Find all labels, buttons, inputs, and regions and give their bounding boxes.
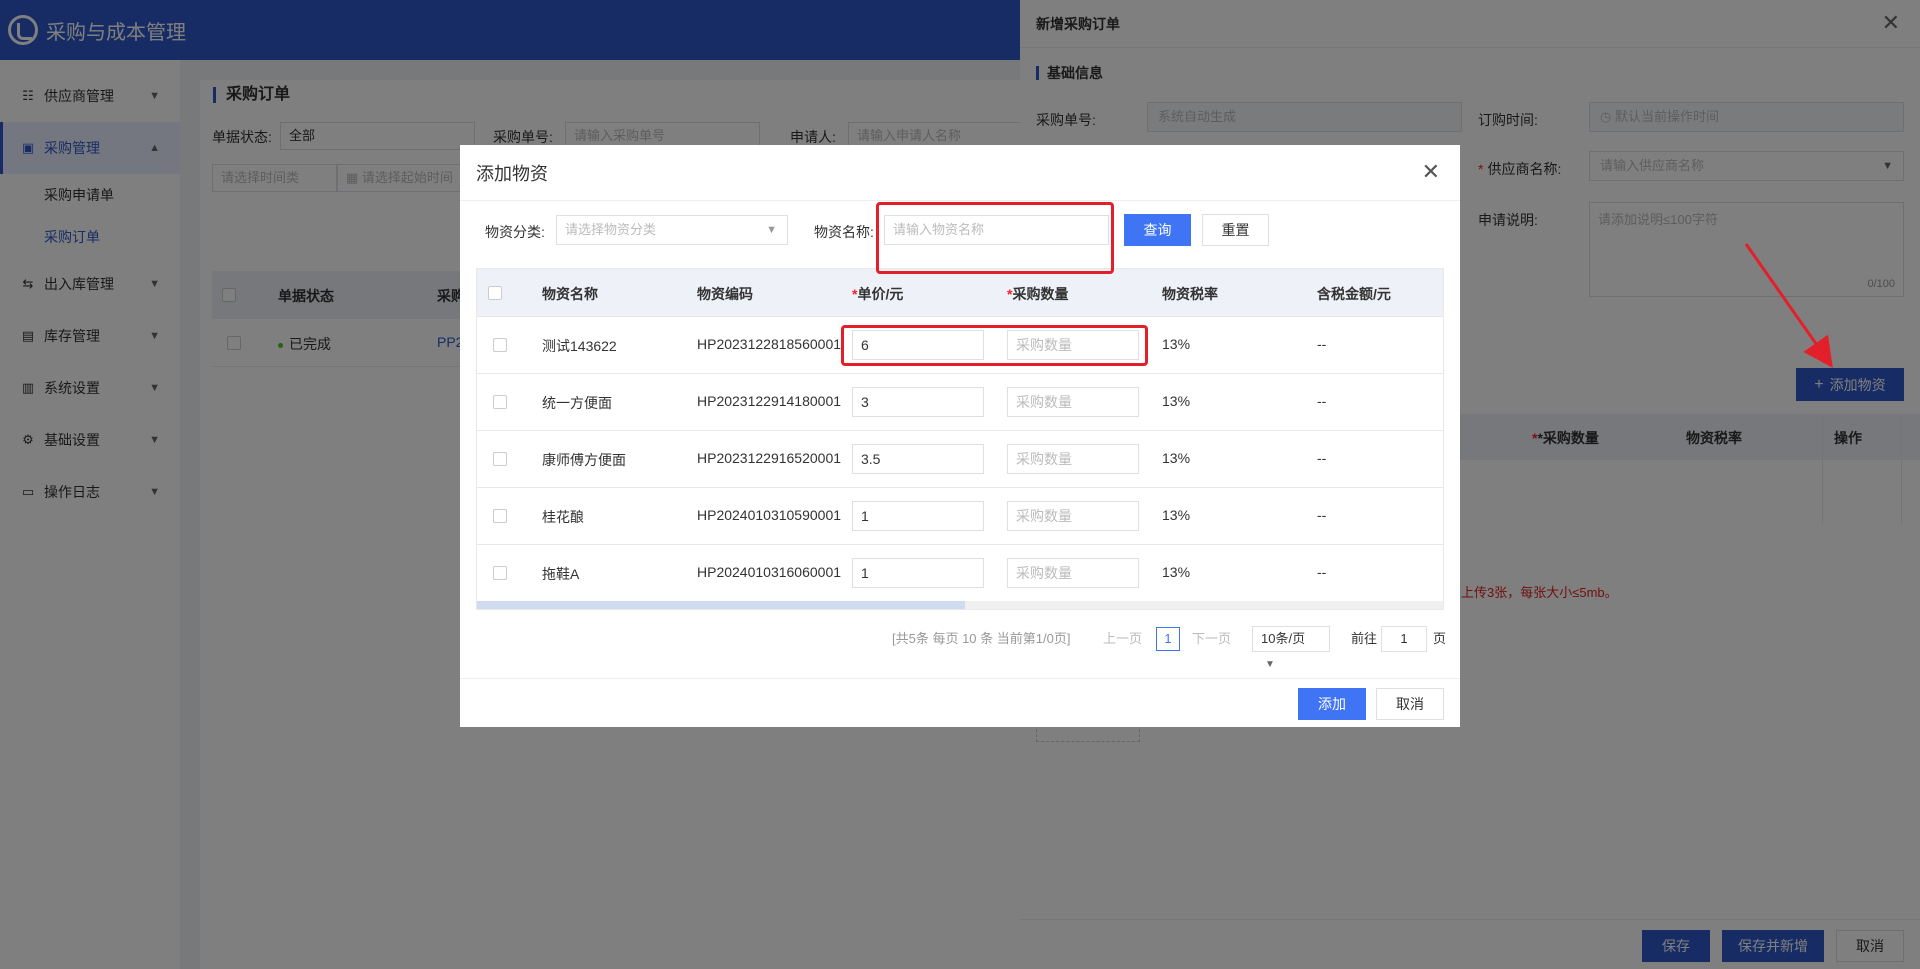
annotation-box-first-row-inputs <box>841 325 1148 366</box>
select-all-checkbox[interactable] <box>488 286 502 300</box>
price-input[interactable]: 3 <box>852 387 984 417</box>
close-icon[interactable]: ✕ <box>1422 159 1440 185</box>
goods-name: 测试143622 <box>542 338 617 354</box>
row-checkbox[interactable] <box>493 509 507 523</box>
row-checkbox[interactable] <box>493 395 507 409</box>
goods-name: 拖鞋A <box>542 566 580 582</box>
page-suffix: 页 <box>1433 631 1447 646</box>
reset-button[interactable]: 重置 <box>1202 214 1269 246</box>
goto-label: 前往 <box>1351 631 1378 646</box>
row-checkbox[interactable] <box>493 452 507 466</box>
page-size-select[interactable]: 10条/页 ▼ <box>1252 626 1330 670</box>
table-row[interactable]: 统一方便面 HP2023122914180001 3 采购数量 13% -- <box>477 373 1443 430</box>
dialog-footer: 添加 取消 <box>460 678 1460 727</box>
row-checkbox[interactable] <box>493 566 507 580</box>
goods-amount: -- <box>1317 564 1327 580</box>
table-row[interactable]: 拖鞋A HP2024010316060001 1 采购数量 13% -- <box>477 544 1443 601</box>
qty-input[interactable]: 采购数量 <box>1007 501 1139 531</box>
header-qty-text: 采购数量 <box>1012 286 1069 302</box>
goods-amount: -- <box>1317 507 1327 523</box>
price-input[interactable]: 3.5 <box>852 444 984 474</box>
page-number-current[interactable]: 1 <box>1156 627 1180 651</box>
annotation-box-name-search <box>876 202 1114 274</box>
header-amount: 含税金额/元 <box>1317 286 1391 302</box>
goods-name-label: 物资名称: <box>814 224 874 240</box>
chevron-down-icon: ▼ <box>766 224 777 236</box>
horizontal-scrollbar[interactable] <box>477 601 1443 609</box>
category-placeholder: 请选择物资分类 <box>565 222 657 237</box>
dialog-title: 添加物资 <box>476 163 548 184</box>
goods-tax: 13% <box>1162 507 1191 523</box>
annotation-arrow-icon <box>1744 243 1833 368</box>
category-label: 物资分类: <box>485 224 545 240</box>
next-page-button[interactable]: 下一页 <box>1192 626 1231 652</box>
goods-amount: -- <box>1317 450 1327 466</box>
category-select[interactable]: 请选择物资分类 ▼ <box>556 215 788 245</box>
price-input[interactable]: 1 <box>852 501 984 531</box>
header-price-text: 单价/元 <box>857 286 904 302</box>
page-size-value: 10条/页 <box>1261 631 1306 646</box>
scrollbar-thumb[interactable] <box>477 601 965 609</box>
table-row[interactable]: 康师傅方便面 HP2023122916520001 3.5 采购数量 13% -… <box>477 430 1443 487</box>
header-tax: 物资税率 <box>1162 286 1218 302</box>
goods-code: HP2024010310590001 <box>697 507 842 523</box>
goods-table-header: 物资名称 物资编码 *单价/元 *采购数量 物资税率 含税金额/元 <box>477 269 1443 316</box>
dialog-cancel-button[interactable]: 取消 <box>1376 688 1444 720</box>
goto-page-input[interactable]: 1 <box>1381 626 1427 652</box>
dialog-header: 添加物资 ✕ <box>460 145 1460 201</box>
pagination-summary: [共5条 每页 10 条 当前第1/0页] <box>892 631 1071 646</box>
goods-name: 康师傅方便面 <box>542 452 626 468</box>
goods-tax: 13% <box>1162 393 1191 409</box>
goods-code: HP2023122916520001 <box>697 450 842 466</box>
qty-input[interactable]: 采购数量 <box>1007 444 1139 474</box>
header-price: *单价/元 <box>852 284 903 304</box>
chevron-down-icon: ▼ <box>1265 659 1275 670</box>
goods-tax: 13% <box>1162 336 1191 352</box>
goods-table: 物资名称 物资编码 *单价/元 *采购数量 物资税率 含税金额/元 测试1436… <box>476 268 1444 610</box>
goods-name: 统一方便面 <box>542 395 612 411</box>
header-qty: *采购数量 <box>1007 284 1068 304</box>
goods-tax: 13% <box>1162 450 1191 466</box>
qty-input[interactable]: 采购数量 <box>1007 558 1139 588</box>
qty-input[interactable]: 采购数量 <box>1007 387 1139 417</box>
query-button[interactable]: 查询 <box>1124 214 1191 246</box>
add-button[interactable]: 添加 <box>1298 688 1366 720</box>
row-checkbox[interactable] <box>493 338 507 352</box>
pagination: [共5条 每页 10 条 当前第1/0页] 上一页 1 下一页 10条/页 ▼ … <box>460 626 1460 670</box>
goods-code: HP2024010316060001 <box>697 564 842 580</box>
header-name: 物资名称 <box>542 286 598 302</box>
prev-page-button[interactable]: 上一页 <box>1103 626 1142 652</box>
goods-code: HP2023122818560001 <box>697 336 842 352</box>
goods-amount: -- <box>1317 336 1327 352</box>
goods-amount: -- <box>1317 393 1327 409</box>
goods-name: 桂花酿 <box>542 509 584 525</box>
table-row[interactable]: 桂花酿 HP2024010310590001 1 采购数量 13% -- <box>477 487 1443 544</box>
goods-tax: 13% <box>1162 564 1191 580</box>
price-input[interactable]: 1 <box>852 558 984 588</box>
goods-code: HP2023122914180001 <box>697 393 842 409</box>
header-code: 物资编码 <box>697 286 753 302</box>
